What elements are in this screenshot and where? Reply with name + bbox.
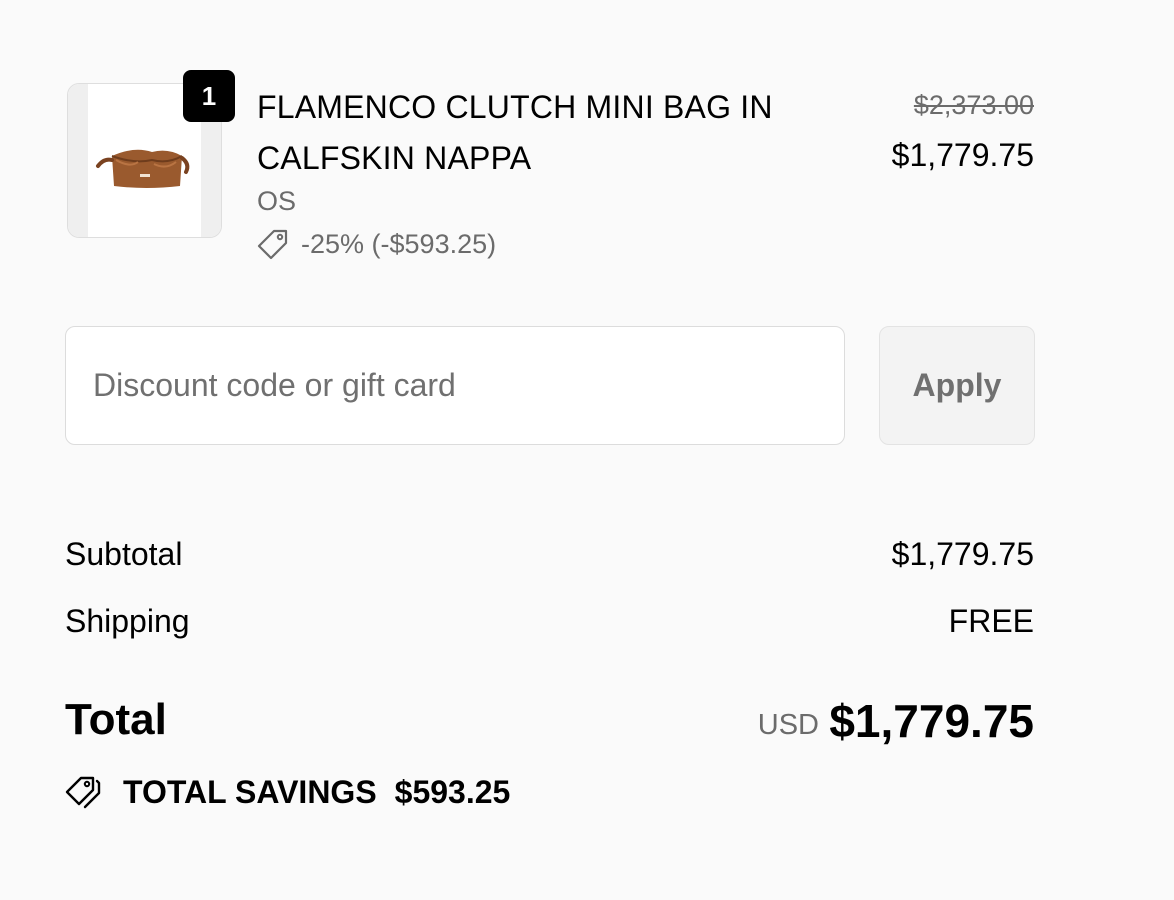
price-original: $2,373.00 — [913, 90, 1034, 120]
total-label: Total — [65, 695, 167, 744]
price-current: $1,779.75 — [891, 137, 1034, 173]
subtotal-value: $1,779.75 — [891, 536, 1034, 572]
quantity-badge: 1 — [183, 70, 235, 122]
shipping-value: FREE — [948, 603, 1034, 639]
order-summary: 1 FLAMENCO CLUTCH MINI BAG IN CALFSKIN N… — [0, 0, 1174, 900]
tags-icon — [65, 776, 101, 808]
product-discount-text: -25% (-$593.25) — [301, 228, 497, 259]
product-discount: -25% (-$593.25) — [257, 228, 496, 260]
subtotal-label: Subtotal — [65, 536, 183, 572]
total-savings-value: $593.25 — [394, 774, 511, 810]
total-currency: USD — [757, 709, 819, 741]
clutch-bag-icon — [96, 149, 190, 188]
apply-button[interactable]: Apply — [879, 326, 1035, 445]
total-value: $1,779.75 — [829, 695, 1034, 747]
discount-code-input[interactable] — [65, 326, 845, 445]
product-variant: OS — [257, 186, 297, 216]
shipping-label: Shipping — [65, 603, 190, 639]
total-savings: TOTAL SAVINGS $593.25 — [65, 774, 510, 811]
total-savings-label: TOTAL SAVINGS — [123, 774, 377, 810]
tag-icon — [257, 229, 288, 260]
product-name: FLAMENCO CLUTCH MINI BAG IN CALFSKIN NAP… — [257, 89, 773, 176]
